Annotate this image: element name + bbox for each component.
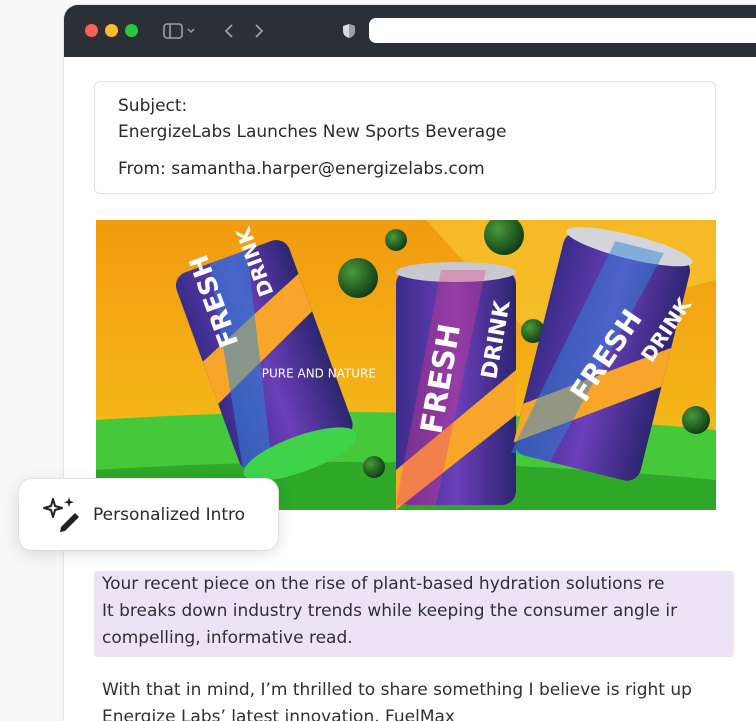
email-header: Subject: EnergizeLabs Launches New Sport… <box>94 81 716 194</box>
body-line: Energize Labs’ latest innovation, FuelMa… <box>102 707 455 721</box>
address-bar[interactable] <box>369 18 756 43</box>
shield-icon <box>340 19 358 43</box>
back-icon[interactable] <box>220 19 238 43</box>
sparkle-pen-icon <box>39 493 83 537</box>
close-window-button[interactable] <box>85 24 98 37</box>
subject-label: Subject: <box>118 96 188 116</box>
personalized-intro-badge: Personalized Intro <box>19 479 278 550</box>
forward-icon[interactable] <box>250 19 268 43</box>
from-line: From: samantha.harper@energizelabs.com <box>118 159 485 179</box>
intro-line: Your recent piece on the rise of plant-b… <box>102 574 665 594</box>
sidebar-toggle-icon[interactable] <box>163 19 199 43</box>
minimize-window-button[interactable] <box>105 24 118 37</box>
hero-image: FRESH DRINK PURE AND NATURE FRESH DRINK <box>96 220 716 510</box>
body-paragraph: With that in mind, I’m thrilled to share… <box>102 677 742 721</box>
intro-line: compelling, informative read. <box>102 628 353 648</box>
maximize-window-button[interactable] <box>125 24 138 37</box>
body-line: With that in mind, I’m thrilled to share… <box>102 680 692 700</box>
svg-text:PURE AND NATURE: PURE AND NATURE <box>262 367 376 381</box>
browser-window: Subject: EnergizeLabs Launches New Sport… <box>64 5 756 721</box>
title-bar <box>64 5 756 57</box>
badge-label: Personalized Intro <box>93 504 246 525</box>
drink-can-middle: FRESH DRINK <box>396 262 516 510</box>
personalized-intro-paragraph: Your recent piece on the rise of plant-b… <box>94 571 734 657</box>
email-content: Subject: EnergizeLabs Launches New Sport… <box>64 57 756 721</box>
subject-text: EnergizeLabs Launches New Sports Beverag… <box>118 122 507 142</box>
intro-line: It breaks down industry trends while kee… <box>102 601 678 621</box>
bubble <box>338 258 378 298</box>
